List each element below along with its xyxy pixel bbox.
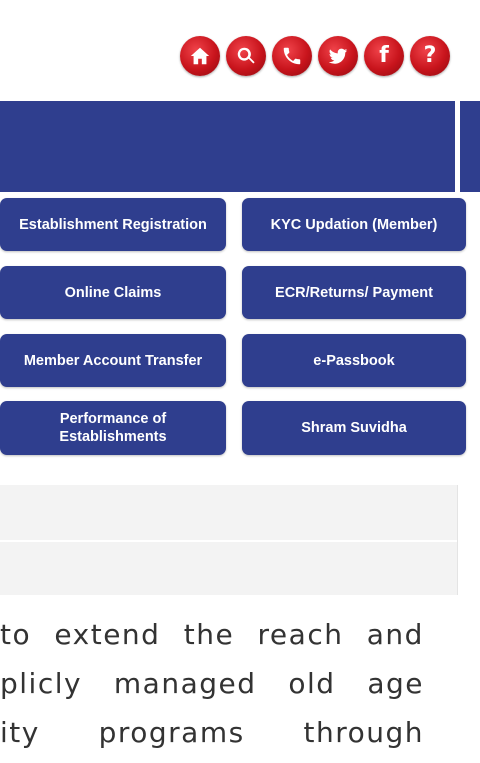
performance-label-line1: Performance of (59, 411, 167, 427)
paragraph-line-2: plicly managed old age (0, 659, 424, 708)
paragraph-line-3: ity programs through (0, 708, 424, 757)
word: reach (257, 618, 344, 651)
member-account-transfer-label: Member Account Transfer (23, 352, 203, 369)
ecr-returns-payment-button[interactable]: ECR/Returns/ Payment (242, 266, 466, 319)
establishment-registration-label: Establishment Registration (19, 216, 207, 233)
performance-of-establishments-button[interactable]: Performance of Establishments (0, 401, 226, 455)
performance-label-line2: Establishments (59, 429, 167, 445)
kyc-updation-button[interactable]: KYC Updation (Member) (242, 198, 466, 251)
e-passbook-button[interactable]: e-Passbook (242, 334, 466, 387)
shram-suvidha-button[interactable]: Shram Suvidha (242, 401, 466, 455)
online-claims-button[interactable]: Online Claims (0, 266, 226, 319)
home-icon[interactable] (180, 36, 220, 76)
panel-divider (0, 540, 457, 542)
phone-icon[interactable] (272, 36, 312, 76)
word: age (367, 667, 424, 700)
word: old (288, 667, 336, 700)
ecr-returns-payment-label: ECR/Returns/ Payment (275, 284, 433, 301)
word: extend (54, 618, 161, 651)
help-glyph: ? (423, 43, 437, 68)
search-icon[interactable] (226, 36, 266, 76)
word: managed (113, 667, 257, 700)
establishment-registration-button[interactable]: Establishment Registration (0, 198, 226, 251)
word: programs (98, 716, 245, 749)
e-passbook-label: e-Passbook (313, 352, 395, 369)
online-claims-label: Online Claims (64, 284, 162, 301)
facebook-glyph: f (379, 43, 389, 68)
twitter-icon[interactable] (318, 36, 358, 76)
word: and (366, 618, 424, 651)
word: ity (0, 716, 40, 749)
intro-paragraph: to extend the reach and plicly managed o… (0, 610, 424, 757)
shram-suvidha-label: Shram Suvidha (301, 420, 407, 436)
help-icon[interactable]: ? (410, 36, 450, 76)
word: plicly (0, 667, 83, 700)
member-account-transfer-button[interactable]: Member Account Transfer (0, 334, 226, 387)
word: through (303, 716, 424, 749)
word: to (0, 618, 32, 651)
facebook-icon[interactable]: f (364, 36, 404, 76)
nav-banner (0, 101, 455, 192)
nav-banner-edge (460, 101, 480, 192)
page: f ? Establishment Registration KYC Updat… (0, 0, 480, 763)
header-icon-row: f ? (180, 36, 450, 76)
paragraph-line-1: to extend the reach and (0, 610, 424, 659)
kyc-updation-label: KYC Updation (Member) (270, 216, 438, 233)
word: the (183, 618, 235, 651)
